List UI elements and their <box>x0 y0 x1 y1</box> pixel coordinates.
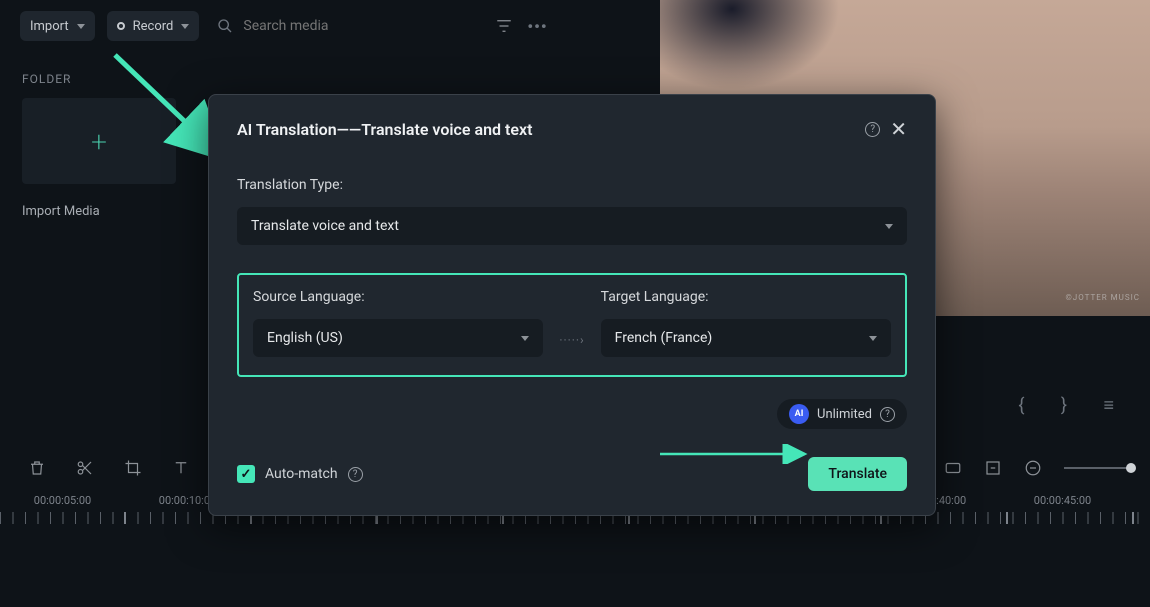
target-language-value: French (France) <box>615 330 713 346</box>
dialog-title: AI Translation——Translate voice and text <box>237 120 855 139</box>
chevron-down-icon <box>521 336 529 341</box>
translation-type-select[interactable]: Translate voice and text <box>237 207 907 245</box>
close-icon[interactable]: ✕ <box>890 117 907 141</box>
auto-match-checkbox[interactable]: ✓ <box>237 465 255 483</box>
chevron-down-icon <box>885 224 893 229</box>
chevron-down-icon <box>869 336 877 341</box>
translation-type-value: Translate voice and text <box>251 218 399 234</box>
source-language-select[interactable]: English (US) <box>253 319 543 357</box>
translation-type-label: Translation Type: <box>237 177 907 193</box>
help-icon: ? <box>880 407 895 422</box>
help-icon[interactable]: ? <box>865 122 880 137</box>
target-language-label: Target Language: <box>601 289 891 305</box>
source-language-label: Source Language: <box>253 289 543 305</box>
language-highlight-box: Source Language: English (US) ·····› Tar… <box>237 273 907 377</box>
unlimited-pill[interactable]: AI Unlimited ? <box>777 399 907 429</box>
auto-match-label: Auto-match <box>265 466 338 482</box>
translate-button[interactable]: Translate <box>808 457 907 491</box>
help-icon[interactable]: ? <box>348 467 363 482</box>
source-language-value: English (US) <box>267 330 343 346</box>
ai-badge-icon: AI <box>789 404 809 424</box>
direction-arrow-icon: ·····› <box>559 333 584 357</box>
ai-translation-dialog: AI Translation——Translate voice and text… <box>208 94 936 516</box>
target-language-select[interactable]: French (France) <box>601 319 891 357</box>
unlimited-label: Unlimited <box>817 407 872 422</box>
